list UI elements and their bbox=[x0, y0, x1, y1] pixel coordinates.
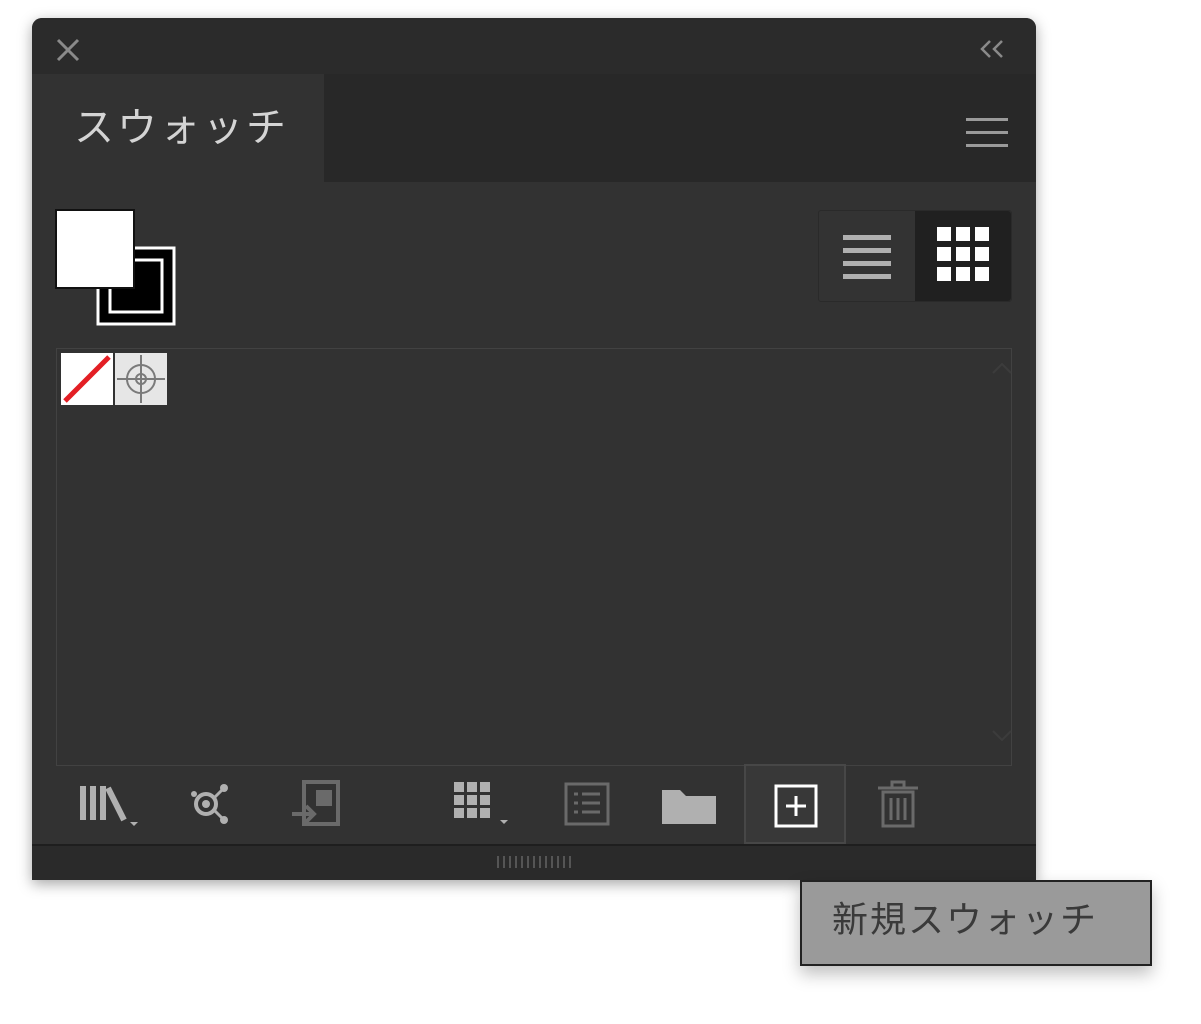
view-toggle bbox=[818, 210, 1012, 302]
panel-footer bbox=[32, 844, 1036, 880]
fill-stroke-indicator[interactable] bbox=[54, 208, 180, 330]
new-color-group-button[interactable] bbox=[448, 764, 518, 844]
none-swatch[interactable] bbox=[61, 353, 113, 405]
list-view-button[interactable] bbox=[819, 211, 915, 301]
tab-swatches[interactable]: スウォッチ bbox=[32, 74, 324, 182]
close-icon[interactable] bbox=[54, 36, 82, 64]
list-view-icon bbox=[843, 235, 891, 279]
new-color-group-icon bbox=[454, 782, 508, 824]
panel-titlebar bbox=[32, 18, 1036, 74]
grid-view-icon bbox=[937, 227, 989, 281]
new-folder-button[interactable] bbox=[654, 764, 724, 844]
swatch-options-button[interactable] bbox=[282, 764, 352, 844]
swatch-list bbox=[56, 348, 1012, 766]
swatch-list-icon bbox=[564, 782, 610, 826]
resize-grip-icon[interactable] bbox=[494, 854, 574, 870]
scroll-up-icon[interactable] bbox=[991, 361, 1013, 375]
new-swatch-button[interactable] bbox=[744, 764, 846, 844]
swatch-options-icon bbox=[292, 780, 340, 826]
none-swatch-icon bbox=[63, 355, 111, 403]
swatch-libraries-button[interactable] bbox=[72, 764, 148, 844]
tab-row: スウォッチ bbox=[32, 74, 1036, 182]
new-swatch-tooltip: 新規スウォッチ bbox=[800, 880, 1152, 966]
delete-swatch-button[interactable] bbox=[868, 764, 928, 844]
folder-icon bbox=[662, 790, 716, 824]
show-swatch-kinds-button[interactable] bbox=[178, 764, 242, 844]
collapse-panel-icon[interactable] bbox=[978, 38, 1008, 60]
panel-menu-icon[interactable] bbox=[966, 116, 1008, 150]
swatch-libraries-icon bbox=[80, 786, 138, 826]
panel-toolbar bbox=[32, 764, 1036, 844]
swatches-panel: スウォッチ bbox=[32, 18, 1036, 880]
trash-icon bbox=[878, 780, 918, 828]
new-swatch-icon bbox=[774, 784, 818, 828]
swatch-list-button[interactable] bbox=[556, 764, 620, 844]
show-swatch-kinds-icon bbox=[191, 784, 228, 824]
grid-view-button[interactable] bbox=[915, 211, 1011, 301]
registration-swatch-icon bbox=[117, 355, 165, 403]
scroll-down-icon[interactable] bbox=[991, 729, 1013, 743]
registration-swatch[interactable] bbox=[115, 353, 167, 405]
